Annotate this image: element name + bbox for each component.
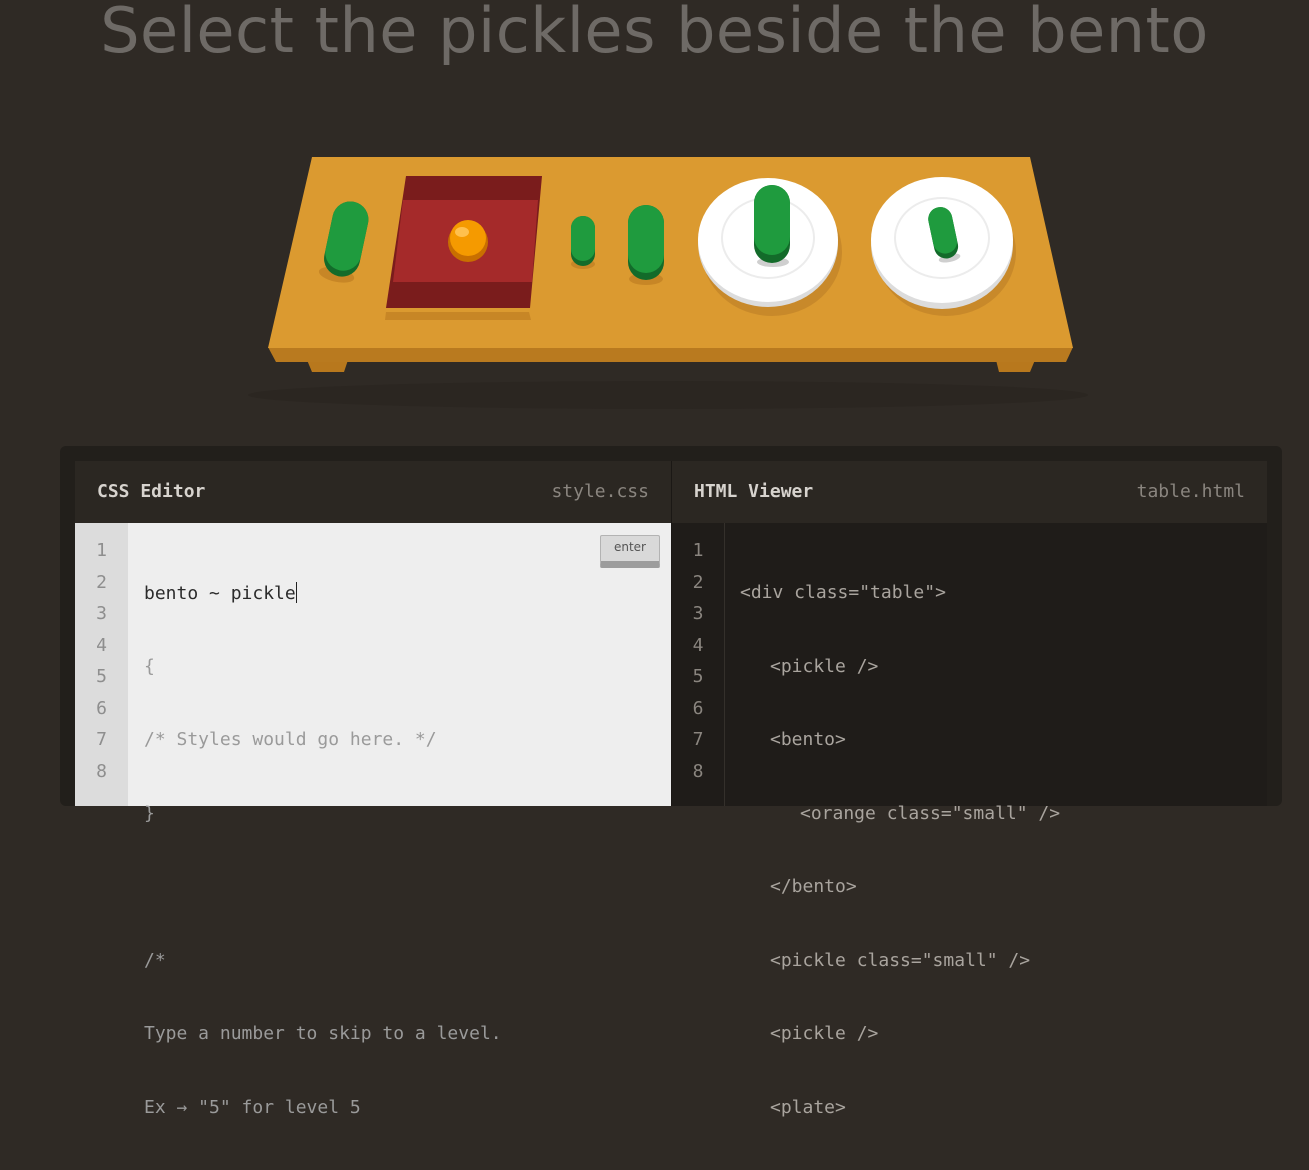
css-code-line: /* <box>144 949 166 971</box>
line-number: 8 <box>692 760 704 782</box>
html-code: <div class="table"> <pickle /> <bento> <… <box>740 523 1267 1118</box>
line-number: 2 <box>692 571 704 593</box>
line-number: 1 <box>96 540 107 561</box>
css-selector-value: bento ~ pickle <box>144 583 296 604</box>
html-code-line[interactable]: </bento> <box>740 876 1267 908</box>
line-number: 3 <box>692 603 704 624</box>
css-line-numbers: 1 2 3 4 5 6 7 8 <box>75 523 128 806</box>
line-number: 8 <box>96 760 107 782</box>
css-editor-title: CSS Editor <box>97 481 206 502</box>
table-shadow <box>248 381 1088 409</box>
pickle-small[interactable] <box>571 216 595 269</box>
css-code-line: { <box>144 655 155 677</box>
text-caret <box>295 582 297 603</box>
html-code-line[interactable]: <pickle /> <box>740 1023 1267 1055</box>
pickle-on-plate[interactable] <box>754 185 790 267</box>
html-code-line[interactable]: <bento> <box>740 729 1267 761</box>
line-number: 1 <box>692 540 704 561</box>
html-code-line[interactable]: <pickle /> <box>740 656 1267 688</box>
line-number: 6 <box>692 697 704 719</box>
html-viewer-title: HTML Viewer <box>694 481 814 502</box>
css-editor-header: CSS Editor style.css <box>75 461 671 523</box>
table-front-edge <box>268 347 1073 362</box>
line-number: 3 <box>96 603 107 624</box>
html-code-line[interactable]: <pickle class="small" /> <box>740 950 1267 982</box>
html-code-line[interactable]: <div class="table"> <box>740 582 1267 614</box>
html-viewer-header: HTML Viewer table.html <box>671 461 1267 523</box>
css-code-line: Type a number to skip to a level. <box>144 1023 502 1044</box>
html-code-line[interactable]: <orange class="small" /> <box>740 803 1267 835</box>
html-viewer-filename: table.html <box>1136 481 1245 502</box>
css-code-line: } <box>144 802 155 824</box>
css-editor-filename: style.css <box>551 481 649 502</box>
line-number: 4 <box>692 634 704 656</box>
line-number: 5 <box>96 666 107 687</box>
line-number: 6 <box>96 697 107 719</box>
html-viewer-body: 1 2 3 4 5 6 7 8 <div class="table"> <pic… <box>671 523 1267 1118</box>
pickle-2[interactable] <box>628 205 664 285</box>
html-line-numbers: 1 2 3 4 5 6 7 8 <box>672 523 725 806</box>
line-number: 7 <box>692 729 704 750</box>
html-viewer-pane: HTML Viewer table.html 1 2 3 4 5 6 7 8 <… <box>671 461 1267 1118</box>
line-number: 4 <box>96 634 107 656</box>
css-editor-body: 1 2 3 4 5 6 7 8 bento ~ pickle { /* Styl… <box>75 523 671 1118</box>
line-number: 5 <box>692 666 704 687</box>
table-scene <box>248 157 1088 409</box>
css-code-line: Ex → "5" for level 5 <box>144 1096 361 1118</box>
css-code-line: /* Styles would go here. */ <box>144 729 437 750</box>
enter-button[interactable]: enter <box>600 535 660 568</box>
css-editor-pane: CSS Editor style.css 1 2 3 4 5 6 7 8 ben… <box>75 461 671 1118</box>
css-code-line <box>144 876 671 908</box>
css-code: bento ~ pickle { /* Styles would go here… <box>144 523 671 1118</box>
editor-window: CSS Editor style.css 1 2 3 4 5 6 7 8 ben… <box>60 446 1282 1118</box>
css-selector-input[interactable]: bento ~ pickle <box>144 582 671 614</box>
html-code-line[interactable]: <plate> <box>740 1097 1267 1129</box>
line-number: 7 <box>96 729 107 750</box>
line-number: 2 <box>96 571 107 593</box>
